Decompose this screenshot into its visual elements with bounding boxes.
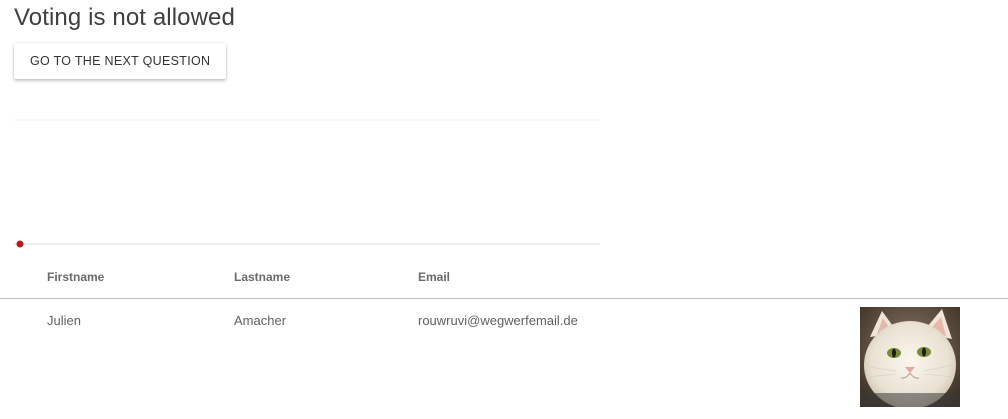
next-question-button[interactable]: GO TO THE NEXT QUESTION (14, 43, 227, 79)
table-header: Firstname Lastname Email (0, 262, 1008, 299)
chart-svg (14, 119, 600, 248)
column-header-email: Email (418, 270, 451, 284)
cell-lastname: Amacher (234, 313, 287, 328)
cell-email: rouwruvi@wegwerfemail.de (418, 313, 578, 328)
avatar (860, 307, 960, 407)
cat-photo-icon (860, 307, 960, 407)
results-chart (14, 118, 600, 248)
participants-table: Firstname Lastname Email Julien Amacher … (0, 262, 1008, 409)
table-row: Julien Amacher rouwruvi@wegwerfemail.de (0, 299, 1008, 409)
column-header-firstname: Firstname (47, 270, 105, 284)
column-header-lastname: Lastname (234, 270, 291, 284)
page-title: Voting is not allowed (14, 4, 235, 31)
page: Voting is not allowed GO TO THE NEXT QUE… (0, 0, 1008, 419)
cell-firstname: Julien (47, 313, 81, 328)
chart-point (16, 240, 24, 248)
